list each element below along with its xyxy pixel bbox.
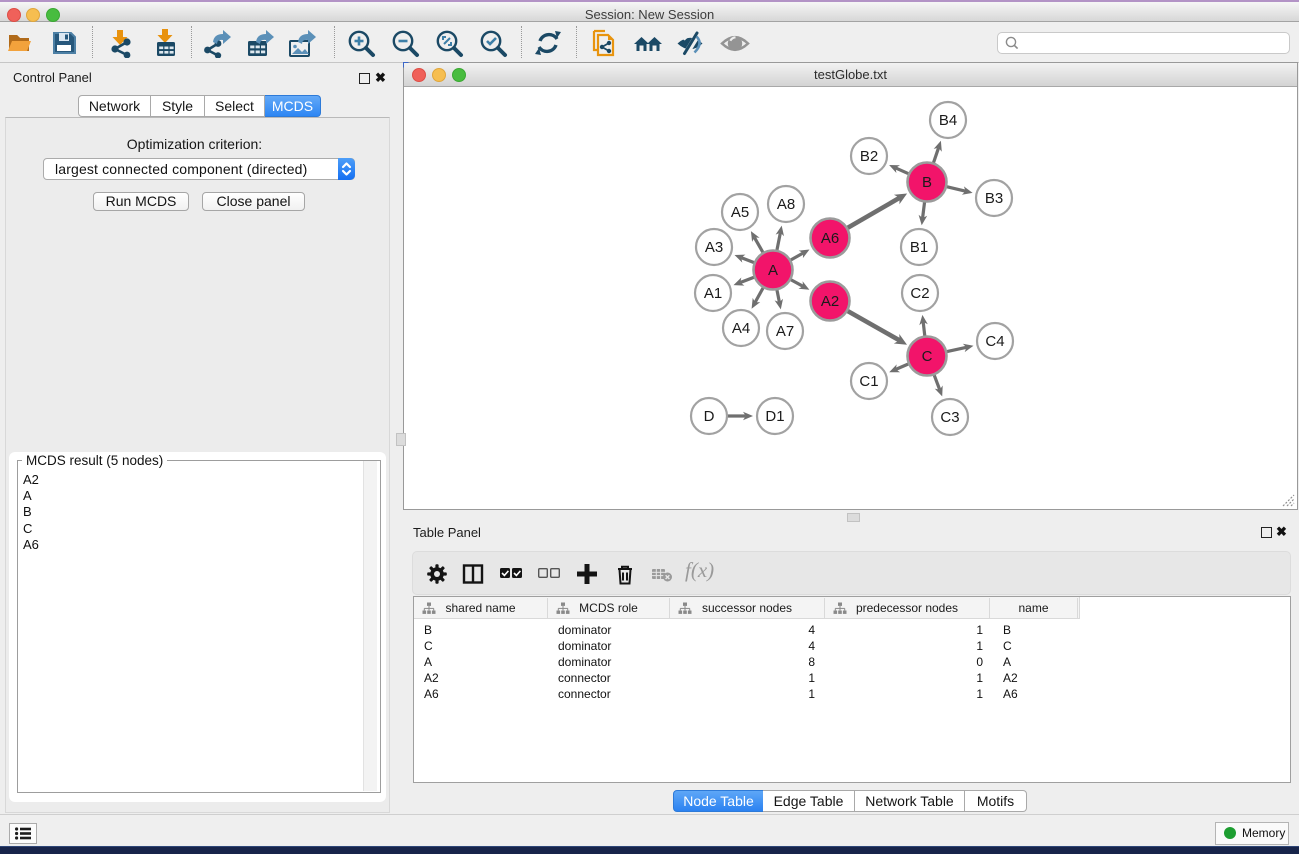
svg-text:B3: B3	[985, 190, 1003, 207]
svg-text:A4: A4	[732, 320, 750, 337]
svg-text:B2: B2	[860, 148, 878, 165]
svg-text:B1: B1	[910, 239, 928, 256]
svg-text:A3: A3	[705, 239, 723, 256]
svg-text:C2: C2	[910, 285, 929, 302]
svg-text:A5: A5	[731, 204, 749, 221]
svg-text:C3: C3	[940, 409, 959, 426]
svg-text:D: D	[704, 408, 715, 425]
svg-text:B4: B4	[939, 112, 957, 129]
svg-text:B: B	[922, 174, 932, 191]
svg-text:A: A	[768, 262, 778, 279]
svg-text:D1: D1	[765, 408, 784, 425]
svg-text:A8: A8	[777, 196, 795, 213]
svg-text:A6: A6	[821, 230, 839, 247]
svg-text:C: C	[922, 348, 933, 365]
svg-text:A2: A2	[821, 293, 839, 310]
svg-text:A1: A1	[704, 285, 722, 302]
svg-text:A7: A7	[776, 323, 794, 340]
svg-text:C4: C4	[985, 333, 1004, 350]
svg-text:C1: C1	[859, 373, 878, 390]
